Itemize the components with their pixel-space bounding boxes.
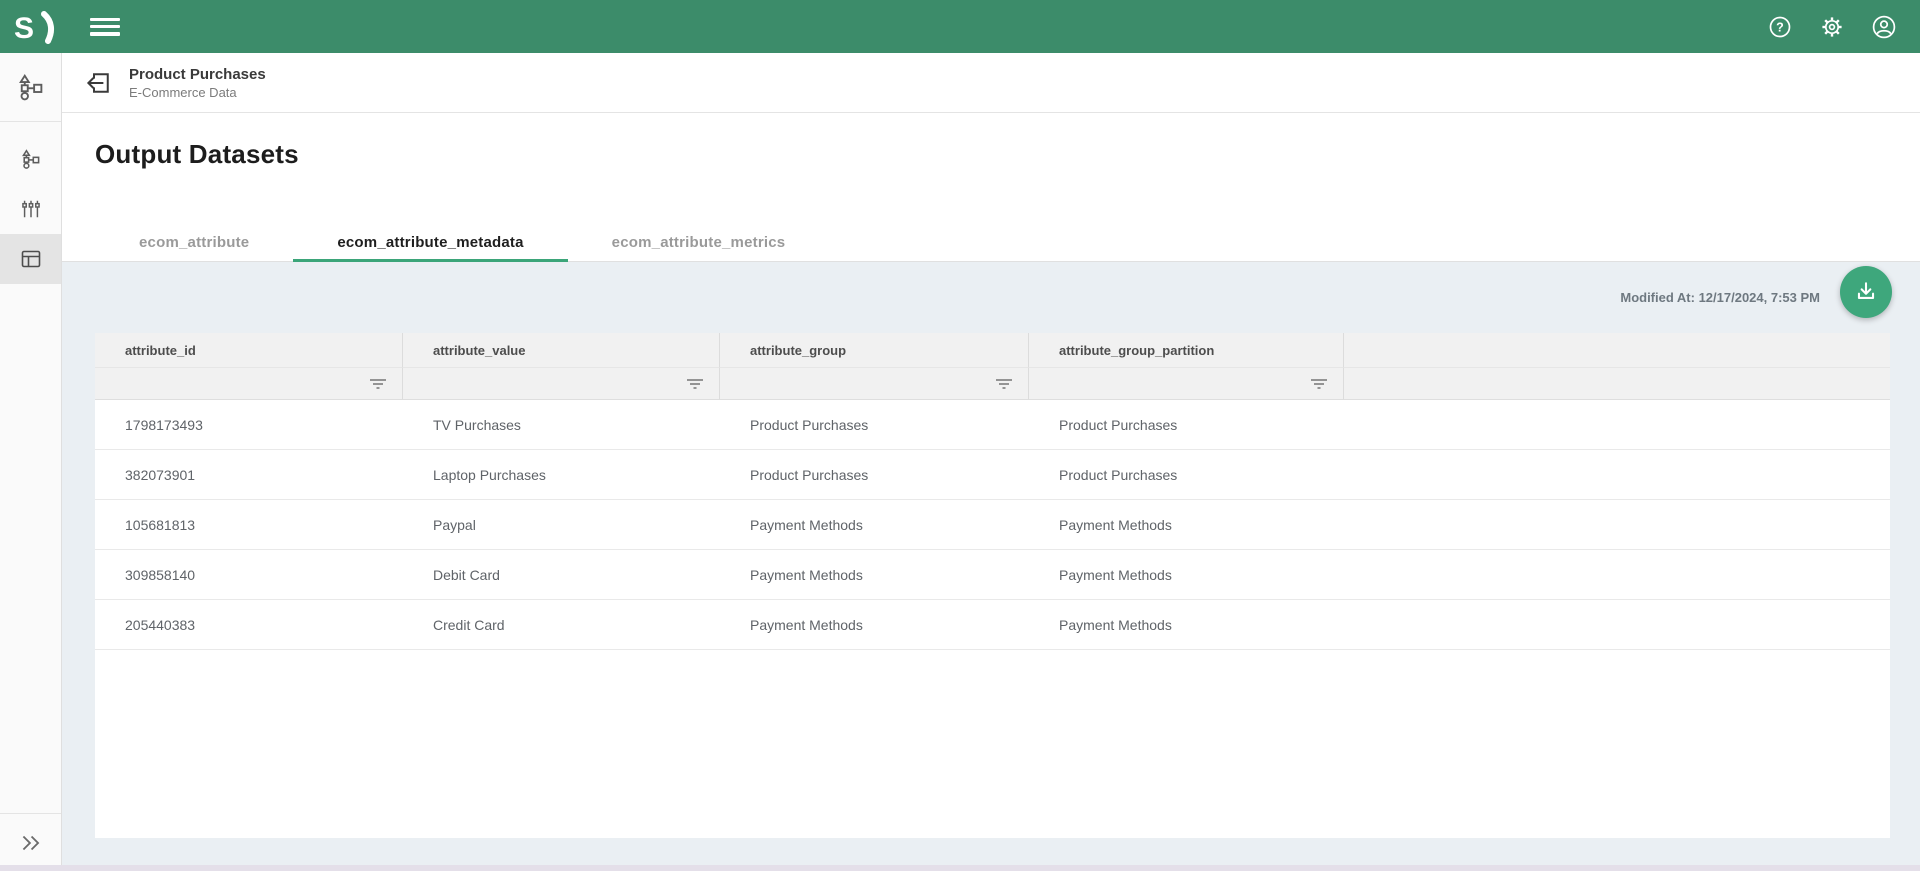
menu-icon[interactable] (90, 16, 120, 38)
dataset-title: Product Purchases (129, 65, 266, 84)
cell-filler (1344, 550, 1890, 599)
filter-button-attribute_group[interactable] (992, 374, 1016, 394)
sidebar-item-workflow[interactable] (0, 67, 61, 107)
topbar: S ? (0, 0, 1920, 53)
page-title: Output Datasets (95, 139, 1920, 170)
column-header-attribute_group[interactable]: attribute_group (720, 333, 1029, 368)
user-account-button[interactable] (1864, 7, 1904, 47)
sidebar-group (0, 134, 61, 284)
double-chevron-right-icon (18, 830, 44, 856)
svg-text:S: S (14, 12, 34, 44)
modified-at-label: Modified At: 12/17/2024, 7:53 PM (1620, 290, 1820, 305)
table-row[interactable]: 382073901Laptop PurchasesProduct Purchas… (95, 450, 1890, 500)
tab-ecom_attribute[interactable]: ecom_attribute (95, 224, 293, 261)
workflow-icon (16, 72, 46, 102)
sidebar-expand-button[interactable] (0, 813, 61, 871)
cell-attribute_id: 382073901 (95, 450, 403, 499)
cell-attribute_group: Product Purchases (720, 450, 1029, 499)
content-area: Modified At: 12/17/2024, 7:53 PM attribu… (62, 262, 1920, 871)
cell-attribute_value: TV Purchases (403, 400, 720, 449)
pipeline-icon (20, 148, 42, 170)
filter-icon (995, 377, 1013, 391)
download-button[interactable] (1840, 266, 1892, 318)
table-row[interactable]: 105681813PaypalPayment MethodsPayment Me… (95, 500, 1890, 550)
help-button[interactable]: ? (1760, 7, 1800, 47)
filter-icon (1310, 377, 1328, 391)
filter-icon (686, 377, 704, 391)
app-logo-icon: S (14, 10, 66, 44)
cell-attribute_group_partition: Payment Methods (1029, 600, 1344, 649)
table-toolbar: Modified At: 12/17/2024, 7:53 PM (62, 262, 1920, 333)
table-filter-row (95, 368, 1890, 400)
table-header-row: attribute_idattribute_valueattribute_gro… (95, 333, 1890, 368)
gear-icon (1820, 15, 1844, 39)
filter-button-attribute_group_partition[interactable] (1307, 374, 1331, 394)
filter-button-attribute_value[interactable] (683, 374, 707, 394)
horizontal-scrollbar[interactable] (0, 865, 1920, 871)
cell-attribute_value: Paypal (403, 500, 720, 549)
download-icon (1853, 279, 1879, 305)
column-header-attribute_group_partition[interactable]: attribute_group_partition (1029, 333, 1344, 368)
main-area: Product Purchases E-Commerce Data Output… (62, 53, 1920, 871)
help-icon: ? (1768, 15, 1792, 39)
cell-attribute_group: Product Purchases (720, 400, 1029, 449)
cell-attribute_value: Laptop Purchases (403, 450, 720, 499)
cell-attribute_group: Payment Methods (720, 500, 1029, 549)
table-icon (19, 247, 43, 271)
filter-cell-attribute_value (403, 368, 720, 400)
cell-filler (1344, 450, 1890, 499)
sidebar (0, 53, 62, 871)
filter-cell-attribute_group (720, 368, 1029, 400)
cell-attribute_id: 105681813 (95, 500, 403, 549)
sidebar-item-pipelines[interactable] (0, 134, 61, 184)
tab-ecom_attribute_metrics[interactable]: ecom_attribute_metrics (568, 224, 830, 261)
table-row[interactable]: 309858140Debit CardPayment MethodsPaymen… (95, 550, 1890, 600)
filter-button-attribute_id[interactable] (366, 374, 390, 394)
cell-attribute_group_partition: Payment Methods (1029, 500, 1344, 549)
dataset-subtitle: E-Commerce Data (129, 84, 266, 101)
filter-cell-attribute_id (95, 368, 403, 400)
column-header-filler (1344, 333, 1890, 368)
cell-attribute_id: 309858140 (95, 550, 403, 599)
sidebar-top-group (0, 53, 61, 122)
table-body: 1798173493TV PurchasesProduct PurchasesP… (95, 400, 1890, 650)
app-logo[interactable]: S (14, 10, 66, 44)
cell-attribute_group: Payment Methods (720, 600, 1029, 649)
svg-text:?: ? (1776, 20, 1784, 34)
dataset-tabs: ecom_attributeecom_attribute_metadataeco… (95, 224, 1920, 261)
filter-cell-filler (1344, 368, 1890, 400)
page-header: Product Purchases E-Commerce Data (62, 53, 1920, 113)
sidebar-item-parameters[interactable] (0, 184, 61, 234)
upper-section: Output Datasets ecom_attributeecom_attri… (62, 113, 1920, 262)
page-header-text: Product Purchases E-Commerce Data (129, 65, 266, 101)
user-icon (1871, 14, 1897, 40)
table-row[interactable]: 1798173493TV PurchasesProduct PurchasesP… (95, 400, 1890, 450)
cell-attribute_group_partition: Payment Methods (1029, 550, 1344, 599)
column-header-attribute_value[interactable]: attribute_value (403, 333, 720, 368)
cell-attribute_value: Credit Card (403, 600, 720, 649)
data-table-card: attribute_idattribute_valueattribute_gro… (95, 333, 1890, 838)
table-row[interactable]: 205440383Credit CardPayment MethodsPayme… (95, 600, 1890, 650)
cell-attribute_group_partition: Product Purchases (1029, 400, 1344, 449)
cell-filler (1344, 500, 1890, 549)
cell-attribute_group: Payment Methods (720, 550, 1029, 599)
settings-button[interactable] (1812, 7, 1852, 47)
back-button[interactable] (82, 66, 116, 100)
cell-filler (1344, 400, 1890, 449)
back-exit-icon (84, 68, 114, 98)
filter-cell-attribute_group_partition (1029, 368, 1344, 400)
cell-attribute_group_partition: Product Purchases (1029, 450, 1344, 499)
cell-attribute_id: 1798173493 (95, 400, 403, 449)
cell-filler (1344, 600, 1890, 649)
sidebar-item-datasets[interactable] (0, 234, 61, 284)
cell-attribute_id: 205440383 (95, 600, 403, 649)
filter-icon (369, 377, 387, 391)
sidebar-spacer (0, 284, 61, 813)
column-header-attribute_id[interactable]: attribute_id (95, 333, 403, 368)
tab-ecom_attribute_metadata[interactable]: ecom_attribute_metadata (293, 224, 567, 261)
sliders-icon (20, 198, 42, 220)
cell-attribute_value: Debit Card (403, 550, 720, 599)
